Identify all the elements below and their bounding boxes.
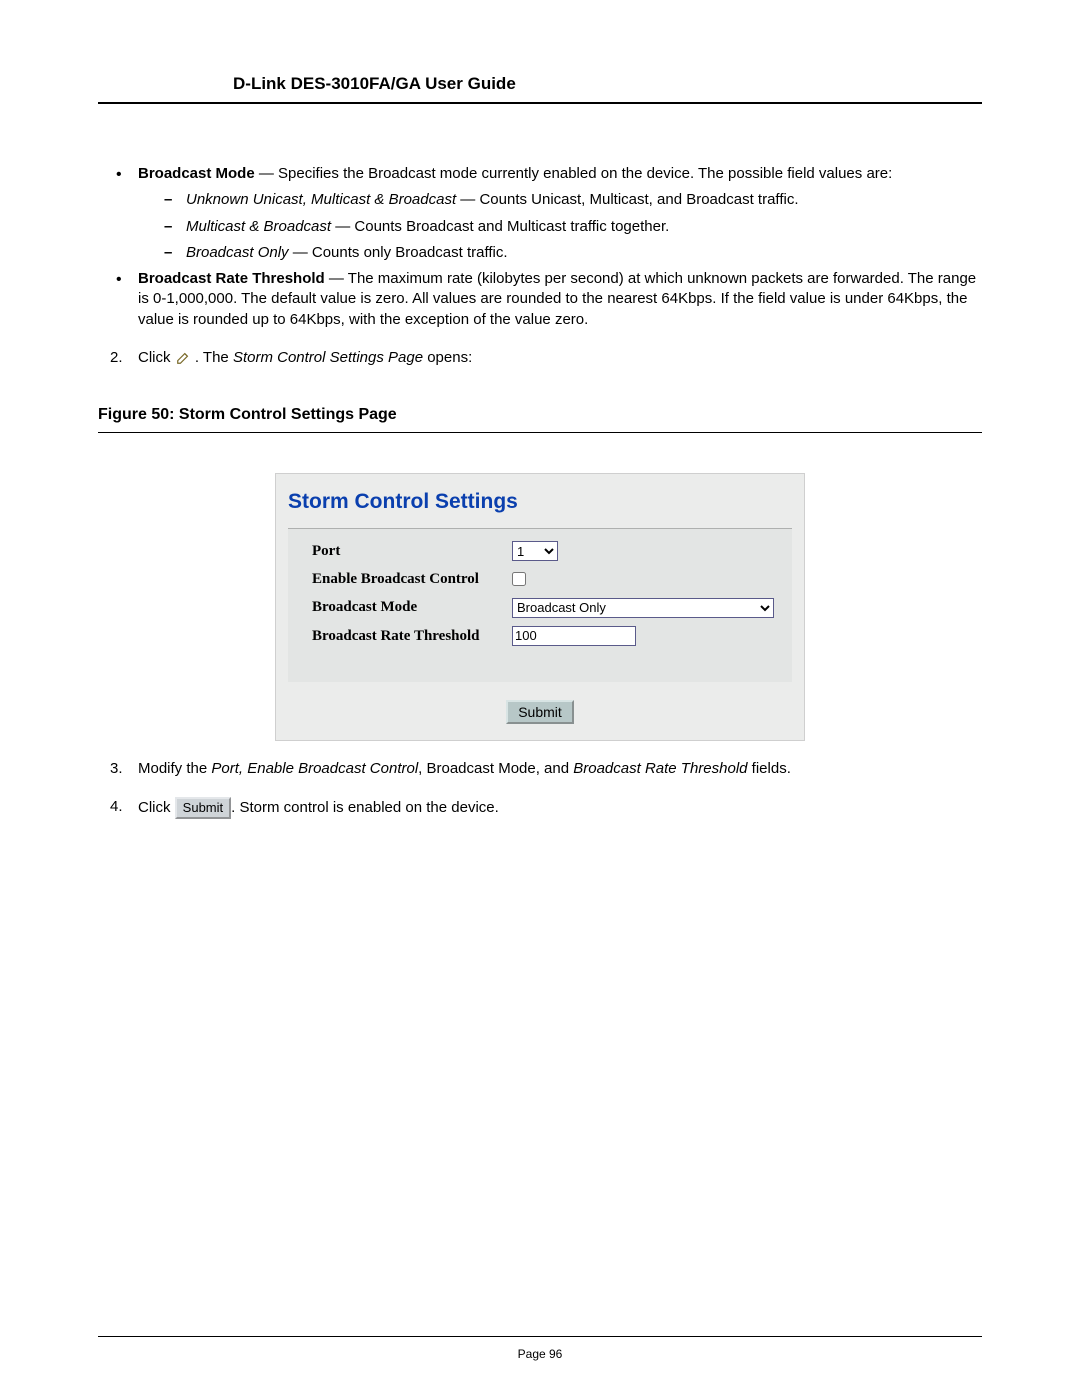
ebc-label: Enable Broadcast Control [312,569,512,589]
step2-pre: Click [138,349,175,366]
step-num: 3. [110,759,123,779]
panel-title: Storm Control Settings [288,488,792,516]
step-3: 3. Modify the Port, Enable Broadcast Con… [108,759,982,779]
submit-wrap: Submit [288,682,792,734]
bm-term: Broadcast Mode [138,165,255,182]
mode-label: Broadcast Mode [312,597,512,617]
body-content: Broadcast Mode — Specifies the Broadcast… [98,164,982,819]
submit-button[interactable]: Submit [506,700,574,724]
footer-rule [98,1336,982,1337]
brt-input[interactable] [512,626,636,646]
sub-em: Unknown Unicast, Multicast & Broadcast [186,191,456,208]
step2-dot: . The [195,349,233,366]
sub-bullet: Unknown Unicast, Multicast & Broadcast —… [160,190,982,210]
figure-rule [98,432,982,433]
sub-rest: — Counts Broadcast and Multicast traffic… [331,218,669,235]
doc-header-title: D-Link DES-3010FA/GA User Guide [233,74,982,94]
row-port: Port 1 [288,537,792,565]
sub-rest: — Counts Unicast, Multicast, and Broadca… [456,191,798,208]
page: D-Link DES-3010FA/GA User Guide Broadcas… [0,0,1080,1397]
page-footer: Page 96 [0,1336,1080,1361]
bullet-broadcast-mode: Broadcast Mode — Specifies the Broadcast… [108,164,982,263]
broadcast-mode-select[interactable]: Broadcast Only [512,598,774,618]
step2-em: Storm Control Settings Page [233,349,423,366]
sub-em: Broadcast Only [186,244,289,261]
port-select[interactable]: 1 [512,541,558,561]
pencil-icon [175,351,191,365]
storm-control-panel: Storm Control Settings Port 1 Enable Bro… [275,473,805,741]
figure-caption: Figure 50: Storm Control Settings Page [98,404,982,426]
panel-form: Port 1 Enable Broadcast Control Broadcas… [288,528,792,682]
s3-em1: Port, Enable Broadcast Control [211,760,418,777]
brt-label: Broadcast Rate Threshold [312,626,512,646]
s3-t3: fields. [748,760,791,777]
sub-em: Multicast & Broadcast [186,218,331,235]
step2-post: opens: [423,349,472,366]
bm-desc: — Specifies the Broadcast mode currently… [255,165,893,182]
row-broadcast-mode: Broadcast Mode Broadcast Only [288,593,792,621]
s4-t2: . Storm control is enabled on the device… [231,799,499,816]
s3-em2: Broadcast Rate Threshold [573,760,747,777]
row-enable-broadcast: Enable Broadcast Control [288,565,792,593]
sub-rest: — Counts only Broadcast traffic. [289,244,508,261]
sub-bullet: Broadcast Only — Counts only Broadcast t… [160,243,982,263]
sub-bullet: Multicast & Broadcast — Counts Broadcast… [160,217,982,237]
page-number: Page 96 [0,1347,1080,1361]
step-num: 2. [110,348,123,368]
s4-t1: Click [138,799,175,816]
row-brt: Broadcast Rate Threshold [288,622,792,650]
brt-term: Broadcast Rate Threshold [138,270,325,287]
bullet-brt: Broadcast Rate Threshold — The maximum r… [108,269,982,330]
inline-submit-button: Submit [175,797,231,819]
step-2: 2. Click . The Storm Control Settings Pa… [108,348,982,368]
step-4: 4. Click Submit. Storm control is enable… [108,797,982,819]
port-label: Port [312,541,512,561]
step-num: 4. [110,797,123,817]
enable-broadcast-checkbox[interactable] [512,572,526,586]
s3-t1: Modify the [138,760,211,777]
header-rule [98,102,982,104]
s3-t2: , Broadcast Mode, and [418,760,573,777]
